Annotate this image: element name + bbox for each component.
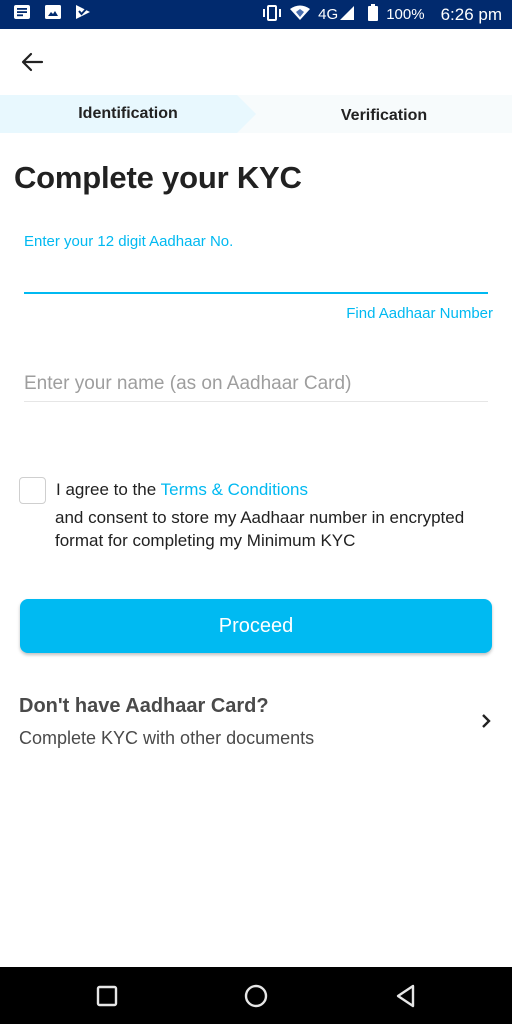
- consent-checkbox[interactable]: [19, 477, 46, 504]
- name-input[interactable]: [24, 366, 488, 402]
- alternate-kyc-title: Don't have Aadhaar Card?: [19, 695, 269, 717]
- home-button[interactable]: [243, 983, 269, 1009]
- back-button[interactable]: [18, 49, 48, 75]
- alternate-kyc-row[interactable]: Don't have Aadhaar Card? Complete KYC wi…: [0, 685, 512, 760]
- alternate-kyc-subtitle: Complete KYC with other documents: [19, 728, 315, 748]
- notes-icon: [13, 4, 31, 25]
- kyc-stepper: Identification Verification: [0, 95, 512, 133]
- consent-text: and consent to store my Aadhaar number i…: [55, 508, 465, 550]
- aadhaar-field-label: Enter your 12 digit Aadhaar No.: [24, 233, 234, 250]
- battery-icon: [368, 4, 379, 25]
- step-identification: Identification: [78, 105, 178, 122]
- arrow-left-icon: [21, 52, 44, 72]
- consent-first-line: I agree to the Terms & Conditions: [56, 480, 308, 500]
- back-triangle-icon: [396, 984, 415, 1008]
- status-bar: 4G 100% 6:26 pm: [0, 0, 512, 29]
- back-nav-button[interactable]: [393, 983, 419, 1009]
- home-icon: [244, 984, 268, 1008]
- clock: 6:26 pm: [440, 4, 502, 24]
- checkmark-app-icon: [75, 4, 91, 25]
- recent-apps-button[interactable]: [94, 983, 120, 1009]
- consent-prefix: I agree to the: [56, 480, 157, 499]
- status-bar-right: 4G 100% 6:26 pm: [262, 4, 502, 25]
- terms-conditions-link[interactable]: Terms & Conditions: [161, 480, 308, 499]
- vibrate-icon: [262, 4, 282, 25]
- proceed-button[interactable]: Proceed: [20, 599, 492, 653]
- image-icon: [44, 4, 62, 25]
- aadhaar-number-input[interactable]: [24, 258, 488, 294]
- recent-apps-icon: [96, 985, 118, 1007]
- step-verification: Verification: [340, 107, 428, 124]
- battery-percent: 100%: [386, 6, 425, 23]
- find-aadhaar-link[interactable]: Find Aadhaar Number: [346, 305, 493, 322]
- status-bar-left: [13, 4, 91, 25]
- signal-icon: [340, 5, 355, 24]
- wifi-icon: [290, 5, 311, 25]
- navigation-bar: [0, 967, 512, 1024]
- toolbar: [0, 29, 512, 95]
- network-type: 4G: [318, 6, 339, 23]
- chevron-right-icon: [482, 714, 491, 728]
- page-title: Complete your KYC: [14, 160, 302, 195]
